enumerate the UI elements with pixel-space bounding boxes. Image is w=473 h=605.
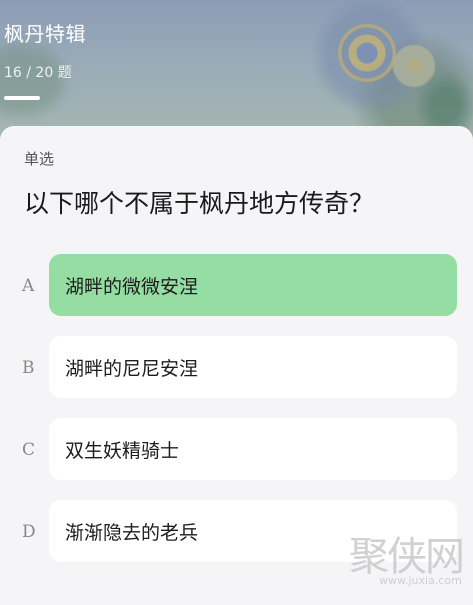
option-c-letter: C — [22, 440, 36, 460]
option-a-letter: A — [22, 276, 35, 296]
option-b[interactable]: 湖畔的尼尼安涅 — [49, 336, 457, 398]
question-type: 单选 — [24, 150, 55, 168]
progress-bar — [4, 96, 49, 100]
watermark: 聚侠网 www.juxia.com — [345, 524, 471, 602]
option-a[interactable]: 湖畔的微微安涅 — [49, 254, 457, 316]
progress-bar-fill — [4, 96, 40, 100]
emblem-icon — [338, 24, 396, 82]
question-text: 以下哪个不属于枫丹地方传奇？ — [24, 189, 375, 218]
option-b-letter: B — [22, 358, 35, 378]
option-d-letter: D — [22, 522, 36, 542]
watermark-url: www.juxia.com — [379, 574, 462, 587]
page-title: 枫丹特辑 — [4, 22, 86, 46]
option-c[interactable]: 双生妖精骑士 — [49, 418, 457, 480]
question-progress: 16 / 20 题 — [4, 65, 72, 81]
header: 枫丹特辑 16 / 20 题 — [0, 0, 473, 140]
